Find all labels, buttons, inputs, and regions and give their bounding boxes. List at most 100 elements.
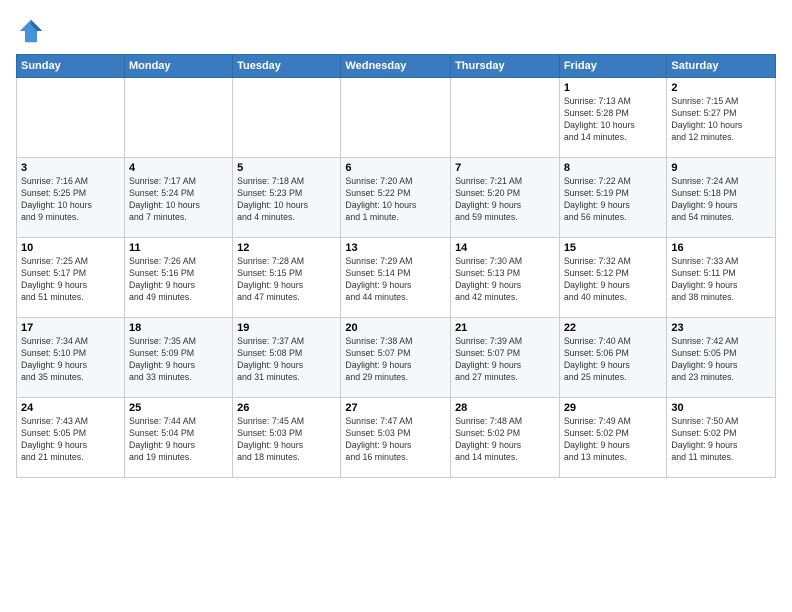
day-number: 27 — [345, 402, 446, 414]
day-number: 10 — [21, 242, 120, 254]
day-number: 16 — [671, 242, 771, 254]
day-info: Sunrise: 7:47 AM Sunset: 5:03 PM Dayligh… — [345, 416, 446, 464]
day-info: Sunrise: 7:28 AM Sunset: 5:15 PM Dayligh… — [237, 256, 336, 304]
day-header-thursday: Thursday — [451, 55, 560, 78]
day-number: 4 — [129, 162, 228, 174]
day-header-tuesday: Tuesday — [233, 55, 341, 78]
day-info: Sunrise: 7:32 AM Sunset: 5:12 PM Dayligh… — [564, 256, 663, 304]
day-number: 1 — [564, 82, 663, 94]
calendar: SundayMondayTuesdayWednesdayThursdayFrid… — [16, 54, 776, 478]
calendar-cell: 20 Sunrise: 7:38 AM Sunset: 5:07 PM Dayli… — [341, 318, 451, 398]
day-info: Sunrise: 7:44 AM Sunset: 5:04 PM Dayligh… — [129, 416, 228, 464]
day-info: Sunrise: 7:50 AM Sunset: 5:02 PM Dayligh… — [671, 416, 771, 464]
day-number: 15 — [564, 242, 663, 254]
day-info: Sunrise: 7:25 AM Sunset: 5:17 PM Dayligh… — [21, 256, 120, 304]
calendar-cell: 29 Sunrise: 7:49 AM Sunset: 5:02 PM Dayli… — [559, 398, 667, 478]
day-header-monday: Monday — [124, 55, 232, 78]
calendar-cell: 30Sunrise: 7:50 AM Sunset: 5:02 PM Dayli… — [667, 398, 776, 478]
day-number: 29 — [564, 402, 663, 414]
day-number: 23 — [671, 322, 771, 334]
calendar-cell: 6 Sunrise: 7:20 AM Sunset: 5:22 PM Daylig… — [341, 158, 451, 238]
calendar-cell: 1 Sunrise: 7:13 AM Sunset: 5:28 PM Daylig… — [559, 78, 667, 158]
calendar-cell: 2 Sunrise: 7:15 AM Sunset: 5:27 PM Daylig… — [667, 78, 776, 158]
day-number: 13 — [345, 242, 446, 254]
day-info: Sunrise: 7:29 AM Sunset: 5:14 PM Dayligh… — [345, 256, 446, 304]
day-info: Sunrise: 7:48 AM Sunset: 5:02 PM Dayligh… — [455, 416, 555, 464]
calendar-cell: 16 Sunrise: 7:33 AM Sunset: 5:11 PM Dayli… — [667, 238, 776, 318]
calendar-cell: 15 Sunrise: 7:32 AM Sunset: 5:12 PM Dayli… — [559, 238, 667, 318]
day-info: Sunrise: 7:39 AM Sunset: 5:07 PM Dayligh… — [455, 336, 555, 384]
calendar-cell: 25 Sunrise: 7:44 AM Sunset: 5:04 PM Dayli… — [124, 398, 232, 478]
logo — [16, 16, 50, 46]
calendar-cell — [17, 78, 125, 158]
calendar-cell: 7Sunrise: 7:21 AM Sunset: 5:20 PM Daylig… — [451, 158, 560, 238]
week-row-5: 24 Sunrise: 7:43 AM Sunset: 5:05 PM Dayli… — [17, 398, 776, 478]
day-info: Sunrise: 7:35 AM Sunset: 5:09 PM Dayligh… — [129, 336, 228, 384]
day-header-saturday: Saturday — [667, 55, 776, 78]
calendar-cell: 21 Sunrise: 7:39 AM Sunset: 5:07 PM Dayli… — [451, 318, 560, 398]
day-info: Sunrise: 7:20 AM Sunset: 5:22 PM Dayligh… — [345, 176, 446, 224]
day-info: Sunrise: 7:13 AM Sunset: 5:28 PM Dayligh… — [564, 96, 663, 144]
calendar-cell: 8Sunrise: 7:22 AM Sunset: 5:19 PM Daylig… — [559, 158, 667, 238]
calendar-cell: 26 Sunrise: 7:45 AM Sunset: 5:03 PM Dayli… — [233, 398, 341, 478]
day-number: 6 — [345, 162, 446, 174]
day-number: 25 — [129, 402, 228, 414]
day-number: 2 — [671, 82, 771, 94]
day-number: 22 — [564, 322, 663, 334]
day-info: Sunrise: 7:40 AM Sunset: 5:06 PM Dayligh… — [564, 336, 663, 384]
calendar-cell: 27 Sunrise: 7:47 AM Sunset: 5:03 PM Dayli… — [341, 398, 451, 478]
calendar-cell: 17Sunrise: 7:34 AM Sunset: 5:10 PM Dayli… — [17, 318, 125, 398]
day-info: Sunrise: 7:42 AM Sunset: 5:05 PM Dayligh… — [671, 336, 771, 384]
week-row-1: 1 Sunrise: 7:13 AM Sunset: 5:28 PM Daylig… — [17, 78, 776, 158]
day-number: 8 — [564, 162, 663, 174]
calendar-cell — [341, 78, 451, 158]
day-number: 9 — [671, 162, 771, 174]
day-number: 26 — [237, 402, 336, 414]
day-number: 21 — [455, 322, 555, 334]
day-info: Sunrise: 7:24 AM Sunset: 5:18 PM Dayligh… — [671, 176, 771, 224]
calendar-cell: 4 Sunrise: 7:17 AM Sunset: 5:24 PM Daylig… — [124, 158, 232, 238]
day-header-wednesday: Wednesday — [341, 55, 451, 78]
day-info: Sunrise: 7:18 AM Sunset: 5:23 PM Dayligh… — [237, 176, 336, 224]
header — [16, 16, 776, 46]
day-number: 3 — [21, 162, 120, 174]
day-info: Sunrise: 7:34 AM Sunset: 5:10 PM Dayligh… — [21, 336, 120, 384]
calendar-cell: 9 Sunrise: 7:24 AM Sunset: 5:18 PM Daylig… — [667, 158, 776, 238]
day-info: Sunrise: 7:21 AM Sunset: 5:20 PM Dayligh… — [455, 176, 555, 224]
day-number: 28 — [455, 402, 555, 414]
day-info: Sunrise: 7:30 AM Sunset: 5:13 PM Dayligh… — [455, 256, 555, 304]
day-header-friday: Friday — [559, 55, 667, 78]
day-number: 11 — [129, 242, 228, 254]
day-info: Sunrise: 7:33 AM Sunset: 5:11 PM Dayligh… — [671, 256, 771, 304]
calendar-cell — [233, 78, 341, 158]
day-header-sunday: Sunday — [17, 55, 125, 78]
day-number: 18 — [129, 322, 228, 334]
calendar-cell: 22 Sunrise: 7:40 AM Sunset: 5:06 PM Dayli… — [559, 318, 667, 398]
day-info: Sunrise: 7:49 AM Sunset: 5:02 PM Dayligh… — [564, 416, 663, 464]
logo-icon — [16, 16, 46, 46]
day-info: Sunrise: 7:37 AM Sunset: 5:08 PM Dayligh… — [237, 336, 336, 384]
calendar-cell: 23 Sunrise: 7:42 AM Sunset: 5:05 PM Dayli… — [667, 318, 776, 398]
calendar-cell: 19Sunrise: 7:37 AM Sunset: 5:08 PM Dayli… — [233, 318, 341, 398]
calendar-cell: 11Sunrise: 7:26 AM Sunset: 5:16 PM Dayli… — [124, 238, 232, 318]
day-info: Sunrise: 7:15 AM Sunset: 5:27 PM Dayligh… — [671, 96, 771, 144]
day-number: 24 — [21, 402, 120, 414]
calendar-cell: 12 Sunrise: 7:28 AM Sunset: 5:15 PM Dayli… — [233, 238, 341, 318]
page: SundayMondayTuesdayWednesdayThursdayFrid… — [0, 0, 792, 612]
day-number: 12 — [237, 242, 336, 254]
calendar-cell: 14 Sunrise: 7:30 AM Sunset: 5:13 PM Dayli… — [451, 238, 560, 318]
day-number: 14 — [455, 242, 555, 254]
day-info: Sunrise: 7:43 AM Sunset: 5:05 PM Dayligh… — [21, 416, 120, 464]
day-info: Sunrise: 7:45 AM Sunset: 5:03 PM Dayligh… — [237, 416, 336, 464]
calendar-cell: 13 Sunrise: 7:29 AM Sunset: 5:14 PM Dayli… — [341, 238, 451, 318]
week-row-4: 17Sunrise: 7:34 AM Sunset: 5:10 PM Dayli… — [17, 318, 776, 398]
day-info: Sunrise: 7:38 AM Sunset: 5:07 PM Dayligh… — [345, 336, 446, 384]
calendar-cell: 10 Sunrise: 7:25 AM Sunset: 5:17 PM Dayli… — [17, 238, 125, 318]
calendar-cell: 5Sunrise: 7:18 AM Sunset: 5:23 PM Daylig… — [233, 158, 341, 238]
calendar-cell: 24 Sunrise: 7:43 AM Sunset: 5:05 PM Dayli… — [17, 398, 125, 478]
day-info: Sunrise: 7:16 AM Sunset: 5:25 PM Dayligh… — [21, 176, 120, 224]
calendar-cell — [451, 78, 560, 158]
day-info: Sunrise: 7:17 AM Sunset: 5:24 PM Dayligh… — [129, 176, 228, 224]
calendar-cell: 28 Sunrise: 7:48 AM Sunset: 5:02 PM Dayli… — [451, 398, 560, 478]
day-number: 20 — [345, 322, 446, 334]
